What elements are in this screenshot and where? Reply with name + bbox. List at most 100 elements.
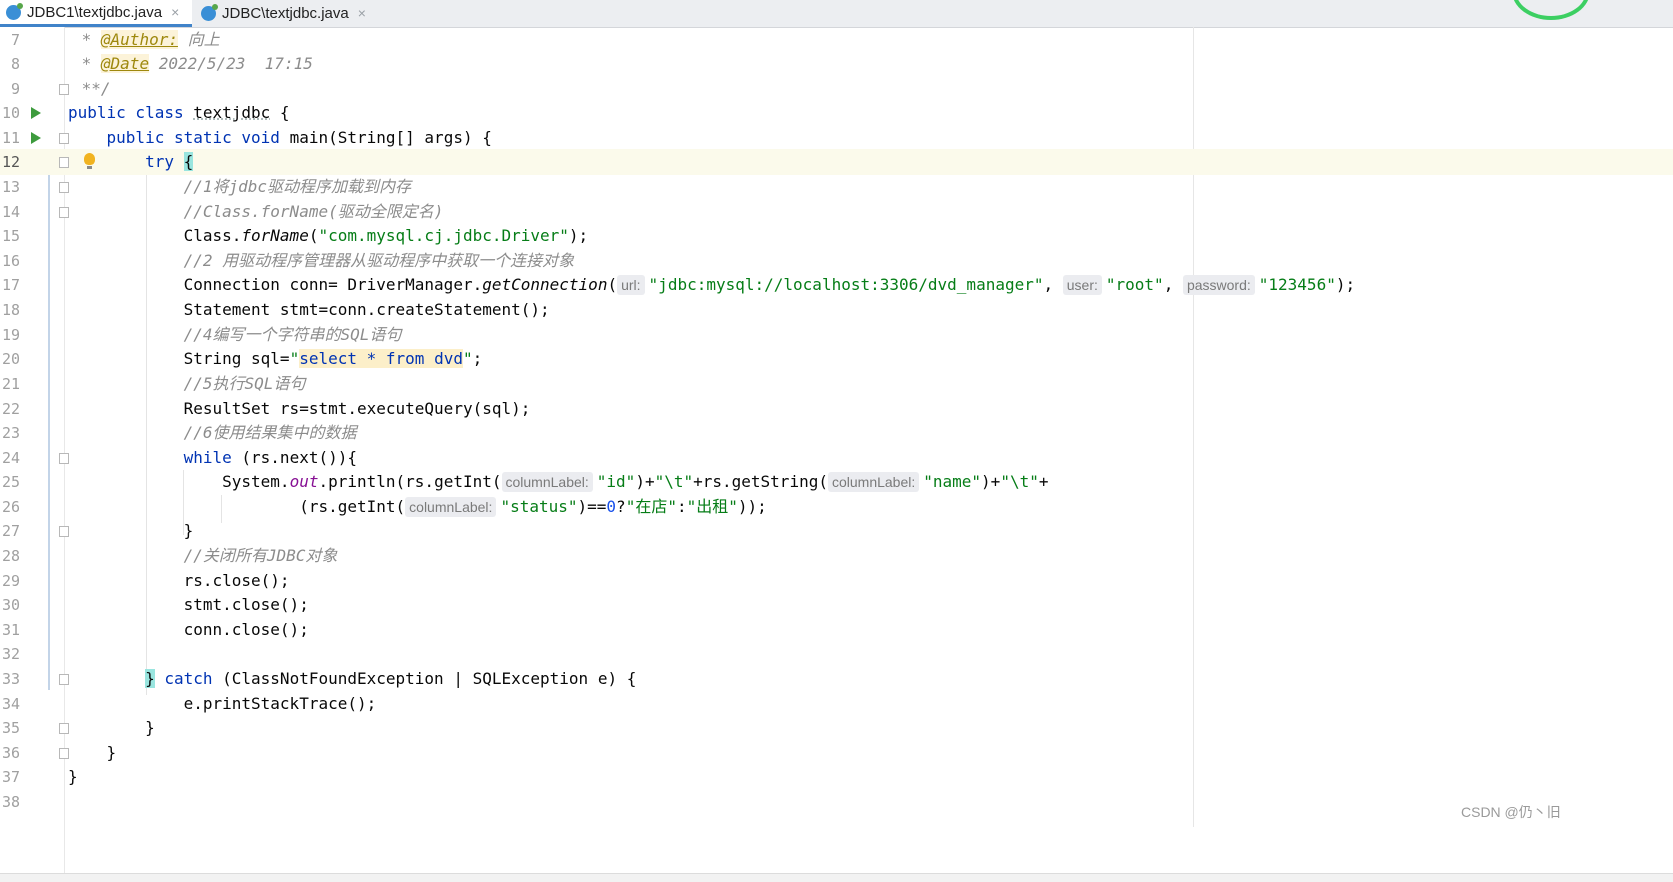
line-number: 37 xyxy=(1,768,20,786)
fold-icon[interactable] xyxy=(59,84,69,95)
code-text: ); xyxy=(568,226,589,245)
code-line[interactable]: 33 } catch (ClassNotFoundException | SQL… xyxy=(0,666,1673,692)
code-line[interactable]: 37 } xyxy=(0,764,1673,790)
code-text: (rs.getInt( xyxy=(68,497,406,516)
keyword: public static void xyxy=(68,128,290,147)
code-line[interactable]: 21 //5执行SQL语句 xyxy=(0,371,1673,397)
code-text: } xyxy=(68,767,78,786)
close-icon[interactable]: × xyxy=(171,4,179,20)
string-literal: " xyxy=(289,349,300,368)
code-text: )== xyxy=(577,497,607,516)
line-number: 11 xyxy=(1,129,20,147)
code-text: ResultSet rs=stmt.executeQuery(sql); xyxy=(68,399,531,418)
comment: //5执行SQL语句 xyxy=(68,374,306,393)
line-number: 10 xyxy=(1,104,20,122)
line-number: 25 xyxy=(1,473,20,491)
code-text: , xyxy=(1163,275,1183,294)
line-number: 14 xyxy=(1,203,20,221)
code-line[interactable]: 34 e.printStackTrace(); xyxy=(0,691,1673,717)
code-line[interactable]: 10 public class textjdbc { xyxy=(0,100,1673,126)
code-line[interactable]: 14 //Class.forName(驱动全限定名) xyxy=(0,199,1673,225)
close-icon[interactable]: × xyxy=(358,5,366,21)
code-line[interactable]: 9 **/ xyxy=(0,76,1673,102)
current-code-line[interactable]: 12 try { xyxy=(0,149,1673,175)
string-literal: "status" xyxy=(500,497,578,516)
code-line[interactable]: 19 //4编写一个字符串的SQL语句 xyxy=(0,322,1673,348)
code-line[interactable]: 13 //1将jdbc驱动程序加载到内存 xyxy=(0,174,1673,200)
code-text: conn.close(); xyxy=(68,620,309,639)
code-text: ); xyxy=(1335,275,1356,294)
code-line[interactable]: 25 System.out.println(rs.getInt(columnLa… xyxy=(0,469,1673,495)
comment: **/ xyxy=(72,79,111,98)
string-literal: "\t" xyxy=(1000,472,1039,491)
string-literal: "jdbc:mysql://localhost:3306/dvd_manager… xyxy=(648,275,1044,294)
code-line[interactable]: 31 conn.close(); xyxy=(0,617,1673,643)
run-gutter-icon[interactable] xyxy=(31,132,41,144)
code-line[interactable]: 17 Connection conn= DriverManager.getCon… xyxy=(0,272,1673,298)
line-number: 13 xyxy=(1,178,20,196)
line-number: 16 xyxy=(1,252,20,270)
line-number: 24 xyxy=(1,449,20,467)
tab-label: JDBC\textjdbc.java xyxy=(222,4,349,22)
comment: * xyxy=(72,30,101,49)
code-line[interactable]: 26 (rs.getInt(columnLabel: "status")==0?"… xyxy=(0,494,1673,520)
line-number: 23 xyxy=(1,424,20,442)
tab-jdbc-textjdbc[interactable]: JDBC\textjdbc.java × xyxy=(195,0,375,26)
line-number: 36 xyxy=(1,744,20,762)
number-literal: 0 xyxy=(606,497,617,516)
line-number: 29 xyxy=(1,572,20,590)
line-number: 15 xyxy=(1,227,20,245)
code-text: System. xyxy=(68,472,290,491)
code-text: ? xyxy=(616,497,626,516)
code-line[interactable]: 30 stmt.close(); xyxy=(0,592,1673,618)
class-name: textjdbc xyxy=(193,103,271,122)
code-line[interactable]: 11 public static void main(String[] args… xyxy=(0,125,1673,151)
parameter-hint: columnLabel: xyxy=(405,497,497,517)
comment: * xyxy=(72,54,101,73)
code-line[interactable]: 15 Class.forName("com.mysql.cj.jdbc.Driv… xyxy=(0,223,1673,249)
parameter-hint: password: xyxy=(1182,275,1255,295)
code-line[interactable]: 36 } xyxy=(0,740,1673,766)
code-line[interactable]: 29 rs.close(); xyxy=(0,568,1673,594)
code-text: )+ xyxy=(981,472,1001,491)
matched-brace: } xyxy=(145,669,155,688)
code-line[interactable]: 38 xyxy=(0,789,1673,815)
sql-injected-fragment: select * from dvd xyxy=(299,349,463,368)
parameter-hint: url: xyxy=(617,275,645,295)
code-text: : xyxy=(676,497,687,516)
code-text: , xyxy=(1043,275,1063,294)
javadoc-tag: @Date xyxy=(100,54,150,73)
editor-tab-bar: JDBC1\textjdbc.java × JDBC\textjdbc.java… xyxy=(0,0,1673,28)
code-line[interactable]: 27 } xyxy=(0,518,1673,544)
code-text: + xyxy=(1038,472,1049,491)
code-line[interactable]: 7 * @Author: 向上 xyxy=(0,27,1673,53)
code-line[interactable]: 35 } xyxy=(0,715,1673,741)
parameter-hint: columnLabel: xyxy=(827,472,920,492)
code-line[interactable]: 8 * @Date 2022/5/23 17:15 xyxy=(0,51,1673,77)
line-number: 21 xyxy=(1,375,20,393)
string-literal: "\t" xyxy=(654,472,694,491)
line-number: 38 xyxy=(1,793,20,811)
comment: 2022/5/23 17:15 xyxy=(149,54,313,73)
code-text: (ClassNotFoundException | SQLException e… xyxy=(212,669,637,688)
code-line[interactable]: 22 ResultSet rs=stmt.executeQuery(sql); xyxy=(0,396,1673,422)
code-line[interactable]: 20 String sql="select * from dvd"; xyxy=(0,346,1673,372)
line-number: 19 xyxy=(1,326,20,344)
tab-jdbc1-textjdbc[interactable]: JDBC1\textjdbc.java × xyxy=(0,0,192,27)
string-literal: "com.mysql.cj.jdbc.Driver" xyxy=(318,226,569,245)
line-number: 18 xyxy=(1,301,20,319)
code-line[interactable]: 28 //关闭所有JDBC对象 xyxy=(0,543,1673,569)
code-line[interactable]: 23 //6使用结果集中的数据 xyxy=(0,420,1673,446)
code-line[interactable]: 24 while (rs.next()){ xyxy=(0,445,1673,471)
run-gutter-icon[interactable] xyxy=(31,107,41,119)
code-text: +rs.getString( xyxy=(693,472,828,491)
javadoc-tag: @Author: xyxy=(100,30,178,49)
code-line[interactable]: 18 Statement stmt=conn.createStatement()… xyxy=(0,297,1673,323)
line-number: 32 xyxy=(1,645,20,663)
tab-label: JDBC1\textjdbc.java xyxy=(27,3,163,21)
code-line[interactable]: 16 //2 用驱动程序管理器从驱动程序中获取一个连接对象 xyxy=(0,248,1673,274)
code-line[interactable]: 32 xyxy=(0,641,1673,667)
method-call: forName xyxy=(241,226,309,245)
java-class-file-icon xyxy=(6,2,23,20)
